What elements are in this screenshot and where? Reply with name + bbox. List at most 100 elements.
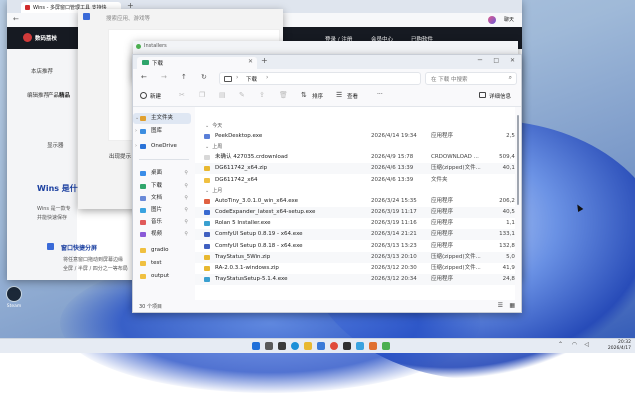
sidebar-item-recommended[interactable]: 本店推荐 <box>31 67 53 75</box>
browser-profile-label[interactable]: 聊天 <box>504 16 514 23</box>
volume-icon[interactable]: ◁ <box>584 341 589 348</box>
copy-icon[interactable]: ❐ <box>199 91 205 99</box>
refresh-icon[interactable]: ↻ <box>201 73 207 81</box>
table-row[interactable]: DG611742_x64 2026/4/6 13:39 文件夹 <box>195 175 515 186</box>
list-view-icon[interactable]: ☰ <box>498 302 503 309</box>
pin-icon: ⚲ <box>184 219 188 225</box>
back-icon[interactable]: ← <box>141 73 147 81</box>
table-row[interactable]: TrayStatusSetup-5.1.4.exe 2026/3/12 20:34… <box>195 274 515 286</box>
file-type: 应用程序 <box>431 209 454 215</box>
file-size: 206,241 KB <box>499 197 515 204</box>
chrome-icon[interactable] <box>330 342 338 350</box>
table-row[interactable]: ComfyUI Setup 0.8.18 - x64.exe 2026/3/13 … <box>195 241 515 252</box>
table-row[interactable]: CodeExpander_latest_x64-setup.exe 2026/3/… <box>195 207 515 218</box>
desktop-icon-steam[interactable]: Steam <box>4 286 24 309</box>
table-row[interactable]: ComfyUI Setup 0.8.19 - x64.exe 2026/3/14 … <box>195 229 515 241</box>
folder-icon <box>140 274 146 279</box>
terminal-icon[interactable] <box>343 342 351 350</box>
maximize-icon[interactable]: □ <box>493 57 499 64</box>
sidebar-item-主文件夹[interactable]: ⌄ 主文件夹 <box>133 113 191 124</box>
close-icon[interactable]: ✕ <box>510 57 515 64</box>
file-icon <box>204 177 210 183</box>
up-icon[interactable]: ↑ <box>181 73 187 81</box>
chevron-right-icon[interactable]: › <box>135 126 137 137</box>
store-icon[interactable] <box>317 342 325 350</box>
store-tab[interactable]: 产品 <box>48 91 59 99</box>
table-row[interactable]: RA-2.0.3.1-windows.zip 2026/3/12 20:30 压缩(… <box>195 263 515 274</box>
group-header[interactable]: ⌄ 上周 <box>205 142 222 152</box>
scrollbar[interactable] <box>517 115 519 205</box>
table-row[interactable]: TrayStatus_5Win.zip 2026/3/13 20:10 压缩(zip… <box>195 251 515 263</box>
chevron-down-icon: ⌄ <box>205 144 210 151</box>
store-search-input[interactable]: 搜索应用、游戏等 <box>106 14 150 22</box>
search-placeholder: 在 下载 中搜索 <box>431 77 468 83</box>
new-button[interactable]: 新建 <box>150 92 161 100</box>
grid-view-icon[interactable]: ▦ <box>509 302 515 309</box>
breadcrumb[interactable]: › 下载 › <box>219 72 421 85</box>
table-row[interactable]: 未确认 427035.crdownload 2026/4/9 15:78 CRDOW… <box>195 152 515 163</box>
clock[interactable]: 20:32 2026/4/17 <box>608 340 631 352</box>
file-name: Rolan 5 Installer.exe <box>215 220 271 227</box>
sidebar-item-premium[interactable]: 精品 <box>59 91 70 99</box>
sidebar-item-test[interactable]: test <box>133 258 191 269</box>
start-icon[interactable] <box>252 342 260 350</box>
tray-chevron-icon[interactable]: ⌃ <box>558 341 563 348</box>
chevron-right-icon[interactable]: › <box>135 141 137 152</box>
table-row[interactable]: DG611742_x64.zip 2026/4/6 13:39 压缩(zipped)… <box>195 163 515 175</box>
table-row[interactable]: Rolan 5 Installer.exe 2026/3/19 11:16 应用程序… <box>195 218 515 229</box>
table-row[interactable]: AutoTiny_3.0.1.0_win_x64.exe 2026/3/24 15… <box>195 196 515 207</box>
app2-icon[interactable] <box>369 342 377 350</box>
pin-icon: ⚲ <box>184 195 188 201</box>
sidebar-item-桌面[interactable]: 桌面 ⚲ <box>133 168 191 179</box>
sidebar-item-音乐[interactable]: 音乐 ⚲ <box>133 217 191 228</box>
sidebar-item-label: test <box>151 260 162 266</box>
site-logo-text[interactable]: 数码荔枝 <box>35 34 57 42</box>
breadcrumb-sep: › <box>236 74 239 81</box>
sidebar-item-文档[interactable]: 文档 ⚲ <box>133 193 191 204</box>
sidebar-item-视频[interactable]: 视频 ⚲ <box>133 229 191 240</box>
wifi-icon[interactable]: ◠ <box>572 341 577 348</box>
forward-icon[interactable]: → <box>161 73 167 81</box>
search-input[interactable]: 在 下载 中搜索 ⌕ <box>425 72 517 85</box>
browser-tab-favicon <box>25 5 30 10</box>
avatar[interactable] <box>488 16 496 24</box>
rename-icon[interactable]: ✎ <box>239 91 245 99</box>
sidebar-item-图片[interactable]: 图片 ⚲ <box>133 205 191 216</box>
pin-icon: ⚲ <box>184 207 188 213</box>
sort-button[interactable]: 排序 <box>312 92 323 100</box>
file-icon <box>204 254 210 260</box>
explorer-window[interactable]: 下载 ✕ + − □ ✕ ← → ↑ ↻ › 下载 › 在 下载 中搜索 ⌕ 新… <box>132 54 522 313</box>
sidebar-item-label: OneDrive <box>151 143 177 149</box>
sidebar-item-onedrive[interactable]: › OneDrive <box>133 141 191 152</box>
minimize-icon[interactable]: − <box>477 56 483 64</box>
back-icon[interactable]: ← <box>13 15 19 23</box>
app3-icon[interactable] <box>382 342 390 350</box>
explorer-icon[interactable] <box>304 342 312 350</box>
sidebar-item-gradio[interactable]: gradio <box>133 245 191 256</box>
group-header[interactable]: ⌄ 今天 <box>205 121 222 131</box>
sidebar-item-output[interactable]: output <box>133 271 191 282</box>
app-icon[interactable] <box>356 342 364 350</box>
table-row[interactable]: PeekDesktop.exe 2026/4/14 19:34 应用程序 2,581 … <box>195 131 515 142</box>
delete-icon[interactable]: 🗑 <box>279 91 288 99</box>
close-tab-icon[interactable]: ✕ <box>248 58 253 65</box>
sidebar-item-editor[interactable]: 编辑推荐 <box>27 91 49 99</box>
more-button[interactable]: ··· <box>377 91 383 98</box>
details-button[interactable]: 详细信息 <box>489 92 511 100</box>
sidebar-display-label: 显示器 <box>47 143 64 149</box>
new-tab-button[interactable]: + <box>261 56 268 65</box>
share-icon[interactable]: ⇪ <box>259 91 265 99</box>
taskview-icon[interactable] <box>278 342 286 350</box>
paste-icon[interactable]: ▤ <box>219 91 226 99</box>
sidebar-item-图库[interactable]: › 图库 <box>133 126 191 137</box>
search-icon[interactable] <box>265 342 273 350</box>
sidebar-item-下载[interactable]: 下载 ⚲ <box>133 181 191 192</box>
breadcrumb-current[interactable]: 下载 <box>246 75 257 83</box>
view-button[interactable]: 查看 <box>347 92 358 100</box>
cut-icon[interactable]: ✂ <box>179 91 185 99</box>
group-header[interactable]: ⌄ 上月 <box>205 186 222 196</box>
chevron-right-icon[interactable]: ⌄ <box>135 113 139 124</box>
sidebar-item-label: 下载 <box>151 183 163 189</box>
edge-icon[interactable] <box>291 342 299 350</box>
explorer-tab[interactable]: 下载 ✕ <box>137 57 257 69</box>
